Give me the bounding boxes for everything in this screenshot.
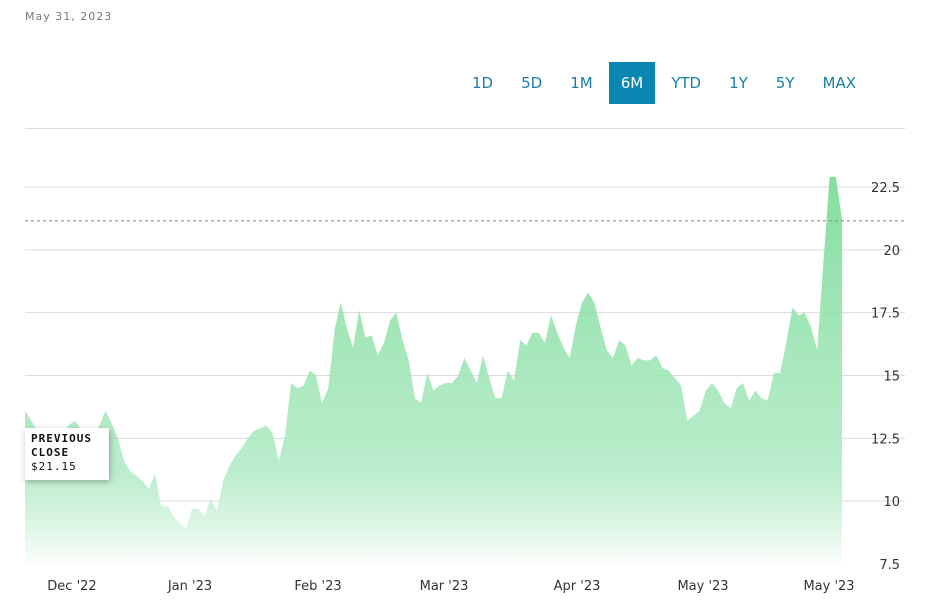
price-series bbox=[25, 176, 842, 568]
x-tick-label: May '23 bbox=[677, 579, 728, 594]
tooltip-title: PREVIOUS CLOSE bbox=[31, 432, 92, 459]
price-area-chart: 7.5 10 12.5 15 17.5 20 22.5 Dec '22 Jan '23 Feb … bbox=[25, 176, 905, 594]
y-axis-ticks: 7.5 10 12.5 15 17.5 20 22.5 bbox=[871, 181, 900, 573]
y-tick-label: 22.5 bbox=[871, 181, 900, 196]
y-tick-label: 15 bbox=[883, 370, 900, 385]
y-tick-label: 7.5 bbox=[879, 558, 900, 573]
y-tick-label: 10 bbox=[883, 495, 900, 510]
tooltip-value: $21.15 bbox=[31, 460, 77, 473]
x-tick-label: Jan '23 bbox=[167, 579, 212, 594]
x-tick-label: Apr '23 bbox=[554, 579, 601, 594]
x-tick-label: Feb '23 bbox=[294, 579, 341, 594]
x-axis-ticks: Dec '22 Jan '23 Feb '23 Mar '23 Apr '23 May '… bbox=[47, 579, 854, 594]
x-tick-label: Dec '22 bbox=[47, 579, 96, 594]
price-area bbox=[25, 176, 842, 568]
previous-close-tooltip: PREVIOUS CLOSE $21.15 bbox=[25, 428, 109, 480]
y-tick-label: 17.5 bbox=[871, 307, 900, 322]
x-tick-label: Mar '23 bbox=[420, 579, 469, 594]
y-tick-label: 20 bbox=[883, 244, 900, 259]
x-tick-label: May '23 bbox=[803, 579, 854, 594]
y-tick-label: 12.5 bbox=[871, 432, 900, 447]
